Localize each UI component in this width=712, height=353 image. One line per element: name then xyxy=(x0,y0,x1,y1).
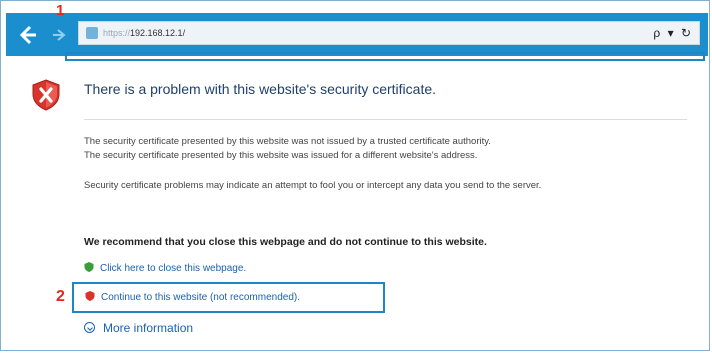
address-highlight-box xyxy=(65,52,705,61)
close-link-text[interactable]: Click here to close this webpage. xyxy=(100,263,246,274)
url-scheme: https:// xyxy=(103,28,131,38)
screenshot-frame: https://192.168.12.1/ ρ ▾ ↻ 1 There is a… xyxy=(0,0,710,351)
url-text: https://192.168.12.1/ xyxy=(103,26,185,40)
expand-chevron-icon xyxy=(84,322,95,334)
shield-error-icon xyxy=(32,79,60,111)
detail-line-2: The security certificate presented by th… xyxy=(84,150,478,161)
back-button[interactable] xyxy=(15,23,39,47)
address-bar[interactable]: https://192.168.12.1/ ρ ▾ ↻ xyxy=(78,21,700,45)
forward-arrow-icon xyxy=(53,29,66,41)
browser-toolbar: https://192.168.12.1/ ρ ▾ ↻ xyxy=(6,13,708,56)
more-information-toggle[interactable]: More information xyxy=(84,320,193,336)
certificate-details: The security certificate presented by th… xyxy=(84,135,694,163)
recommendation: We recommend that you close this webpage… xyxy=(84,236,487,248)
red-shield-icon xyxy=(85,291,95,302)
continue-link-text[interactable]: Continue to this website (not recommende… xyxy=(101,292,300,303)
step-2-marker: 2 xyxy=(56,288,65,305)
url-host: 192.168.12.1/ xyxy=(130,28,186,38)
back-arrow-icon xyxy=(19,25,36,45)
green-shield-icon xyxy=(84,262,94,273)
search-refresh-icons[interactable]: ρ ▾ ↻ xyxy=(653,25,693,41)
close-webpage-link[interactable]: Click here to close this webpage. xyxy=(84,261,246,277)
page-icon xyxy=(86,27,98,39)
detail-line-1: The security certificate presented by th… xyxy=(84,136,491,147)
warning-text: Security certificate problems may indica… xyxy=(84,180,542,191)
error-title: There is a problem with this website's s… xyxy=(84,81,437,97)
divider xyxy=(84,119,687,120)
continue-link[interactable]: Continue to this website (not recommende… xyxy=(85,290,300,306)
more-info-text[interactable]: More information xyxy=(103,321,193,335)
step-1-marker: 1 xyxy=(56,2,65,19)
forward-button[interactable] xyxy=(51,25,69,45)
